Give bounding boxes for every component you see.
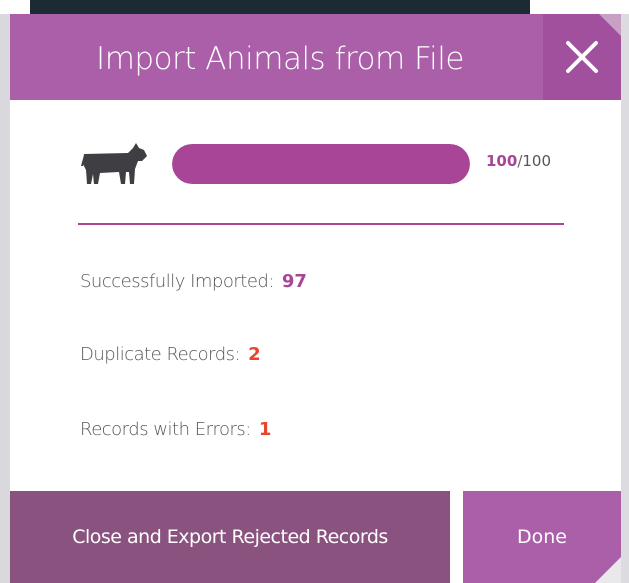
done-corner-fold — [595, 557, 621, 583]
progress-done-count: 100 — [486, 152, 518, 170]
backdrop-right — [621, 14, 629, 583]
progress-bar — [172, 144, 470, 184]
modal-title: Import Animals from File — [96, 41, 464, 77]
stat-label: Duplicate Records: — [80, 344, 241, 365]
backdrop-left — [0, 14, 10, 583]
stat-duplicate-records: Duplicate Records: 2 — [80, 344, 261, 365]
done-label: Done — [517, 526, 567, 548]
stat-value: 97 — [281, 271, 307, 292]
stat-records-with-errors: Records with Errors: 1 — [80, 419, 271, 440]
progress-total-count: 100 — [522, 152, 552, 170]
modal-header: Import Animals from File — [10, 14, 621, 100]
stat-value: 2 — [248, 344, 261, 365]
import-progress: 100/100 — [80, 139, 580, 189]
stat-successfully-imported: Successfully Imported: 97 — [80, 271, 307, 292]
stat-value: 1 — [258, 419, 272, 440]
divider — [78, 223, 564, 225]
progress-count: 100/100 — [486, 152, 551, 170]
stat-label: Successfully Imported: — [80, 271, 274, 292]
close-icon — [566, 41, 598, 73]
progress-fill — [172, 144, 470, 184]
close-and-export-button[interactable]: Close and Export Rejected Records — [10, 491, 450, 583]
stat-label: Records with Errors: — [80, 419, 251, 440]
cow-icon — [81, 143, 147, 184]
done-button[interactable]: Done — [463, 491, 621, 583]
import-modal: Import Animals from File 100/100 Success… — [10, 14, 621, 583]
close-corner-fold — [599, 14, 621, 36]
close-button[interactable] — [543, 14, 621, 100]
backdrop-navbar — [30, 0, 530, 14]
modal-footer: Close and Export Rejected Records Done — [10, 491, 621, 583]
